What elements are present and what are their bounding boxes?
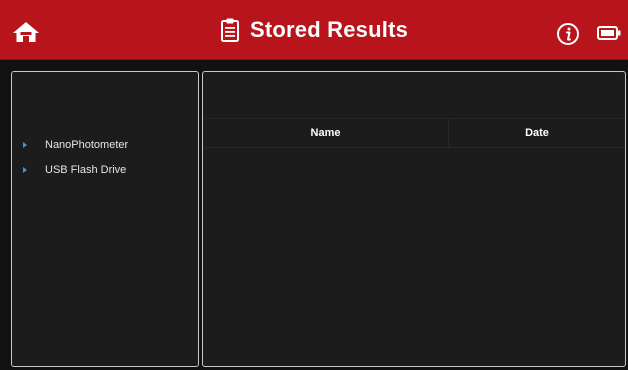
top-bar: Stored Results: [0, 0, 628, 60]
info-icon[interactable]: [556, 22, 580, 46]
location-label: USB Flash Drive: [45, 163, 127, 176]
column-header-date[interactable]: Date: [449, 119, 625, 147]
location-item-usb-flash-drive[interactable]: USB Flash Drive: [12, 157, 198, 182]
results-panel: Name Date: [202, 71, 626, 367]
location-item-nanophotometer[interactable]: NanoPhotometer: [12, 132, 198, 157]
storage-location-panel: NanoPhotometer USB Flash Drive: [11, 71, 199, 367]
column-header-name[interactable]: Name: [203, 119, 449, 147]
page-title: Stored Results: [249, 17, 409, 42]
clipboard-icon: [220, 17, 240, 43]
results-table-header: Name Date: [203, 118, 625, 148]
storage-location-list: NanoPhotometer USB Flash Drive: [12, 132, 198, 182]
triangle-right-icon: [23, 166, 27, 173]
triangle-right-icon: [23, 141, 27, 148]
location-label: NanoPhotometer: [45, 138, 129, 151]
title-area: Stored Results: [0, 0, 628, 60]
main-content: NanoPhotometer USB Flash Drive Name Date: [0, 61, 628, 370]
battery-icon: [597, 26, 621, 40]
